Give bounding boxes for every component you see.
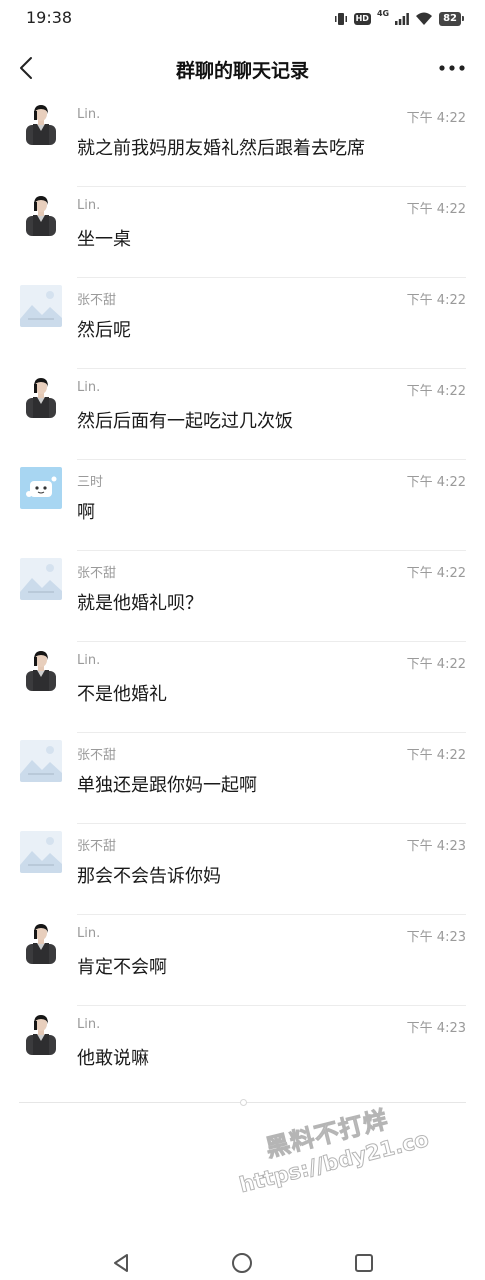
more-button[interactable] <box>437 58 467 78</box>
network-type-label: 4G <box>376 9 390 18</box>
message-time: 下午 4:22 <box>406 202 466 217</box>
sender-name: 张不甜 <box>77 566 117 581</box>
message-time: 下午 4:22 <box>406 475 466 490</box>
message-text: 然后后面有一起吃过几次饭 <box>77 411 293 432</box>
sender-name: Lin. <box>77 107 101 122</box>
chevron-left-icon <box>20 57 32 79</box>
hd-badge: HD <box>353 13 371 25</box>
more-dots-icon <box>439 65 465 71</box>
system-nav-bar <box>0 1240 485 1280</box>
vibrate-icon <box>334 12 348 26</box>
battery-icon: 82 <box>439 12 464 26</box>
sender-name: Lin. <box>77 198 101 213</box>
system-recents-button[interactable] <box>351 1250 377 1276</box>
avatar[interactable] <box>20 285 62 327</box>
message-time: 下午 4:23 <box>406 1021 466 1036</box>
avatar[interactable] <box>20 649 62 691</box>
message-text: 啊 <box>77 502 95 523</box>
circle-home-icon <box>232 1253 252 1273</box>
avatar[interactable] <box>20 376 62 418</box>
message-text: 肯定不会啊 <box>77 957 167 978</box>
system-back-button[interactable] <box>108 1250 134 1276</box>
message-text: 他敢说嘛 <box>77 1048 149 1069</box>
message-row[interactable]: 张不甜 下午 4:22 单独还是跟你妈一起啊 <box>0 733 485 824</box>
message-row[interactable]: 张不甜 下午 4:22 就是他婚礼呗？ <box>0 551 485 642</box>
sender-name: 三时 <box>77 475 104 490</box>
message-time: 下午 4:23 <box>406 930 466 945</box>
chat-history-list[interactable]: Lin. 下午 4:22 就之前我妈朋友婚礼然后跟着去吃席 Lin. 下午 4:22 坐… <box>0 96 485 1097</box>
message-row[interactable]: 张不甜 下午 4:23 那会不会告诉你妈 <box>0 824 485 915</box>
message-row[interactable]: Lin. 下午 4:22 就之前我妈朋友婚礼然后跟着去吃席 <box>0 96 485 187</box>
message-text: 就是他婚礼呗？ <box>77 593 203 614</box>
message-time: 下午 4:22 <box>406 566 466 581</box>
avatar[interactable] <box>20 558 62 600</box>
sender-name: Lin. <box>77 1017 101 1032</box>
message-time: 下午 4:22 <box>406 384 466 399</box>
status-icons: HD 4G 82 <box>334 9 464 29</box>
message-text: 单独还是跟你妈一起啊 <box>77 775 257 796</box>
sender-name: 张不甜 <box>77 293 117 308</box>
message-text: 就之前我妈朋友婚礼然后跟着去吃席 <box>77 138 365 159</box>
avatar[interactable] <box>20 1013 62 1055</box>
message-row[interactable]: 张不甜 下午 4:22 然后呢 <box>0 278 485 369</box>
signal-icon <box>395 13 409 25</box>
avatar[interactable] <box>20 831 62 873</box>
message-row[interactable]: Lin. 下午 4:22 不是他婚礼 <box>0 642 485 733</box>
wifi-icon <box>415 12 433 26</box>
avatar[interactable] <box>20 467 62 509</box>
back-button[interactable] <box>12 52 40 84</box>
sender-name: Lin. <box>77 926 101 941</box>
avatar[interactable] <box>20 922 62 964</box>
message-row[interactable]: 三时 下午 4:22 啊 <box>0 460 485 551</box>
message-time: 下午 4:23 <box>406 839 466 854</box>
watermark-line2: https://bdy21.co <box>236 1126 432 1198</box>
message-time: 下午 4:22 <box>406 293 466 308</box>
message-text: 坐一桌 <box>77 229 131 250</box>
message-text: 然后呢 <box>77 320 131 341</box>
message-text: 那会不会告诉你妈 <box>77 866 221 887</box>
avatar[interactable] <box>20 103 62 145</box>
avatar[interactable] <box>20 194 62 236</box>
square-recents-icon <box>355 1254 373 1272</box>
message-time: 下午 4:22 <box>406 657 466 672</box>
system-home-button[interactable] <box>229 1250 255 1276</box>
message-text: 不是他婚礼 <box>77 684 167 705</box>
sender-name: 张不甜 <box>77 748 117 763</box>
status-time: 19:38 <box>26 8 73 27</box>
message-time: 下午 4:22 <box>406 748 466 763</box>
status-bar: 19:38 HD 4G 82 <box>0 0 485 38</box>
message-row[interactable]: Lin. 下午 4:23 肯定不会啊 <box>0 915 485 1006</box>
message-row[interactable]: Lin. 下午 4:22 坐一桌 <box>0 187 485 278</box>
message-row[interactable]: Lin. 下午 4:23 他敢说嘛 <box>0 1006 485 1097</box>
page-title: 群聊的聊天记录 <box>175 60 309 82</box>
sender-name: Lin. <box>77 653 101 668</box>
sender-name: Lin. <box>77 380 101 395</box>
header: 群聊的聊天记录 <box>0 40 485 96</box>
watermark-line1: 黑料不打烊 <box>262 1105 392 1163</box>
message-time: 下午 4:22 <box>406 111 466 126</box>
triangle-back-icon <box>114 1254 128 1272</box>
watermark: 黑料不打烊 https://bdy21.co <box>228 1091 432 1198</box>
avatar[interactable] <box>20 740 62 782</box>
message-row[interactable]: Lin. 下午 4:22 然后后面有一起吃过几次饭 <box>0 369 485 460</box>
sender-name: 张不甜 <box>77 839 117 854</box>
end-of-list-dot <box>240 1099 247 1106</box>
